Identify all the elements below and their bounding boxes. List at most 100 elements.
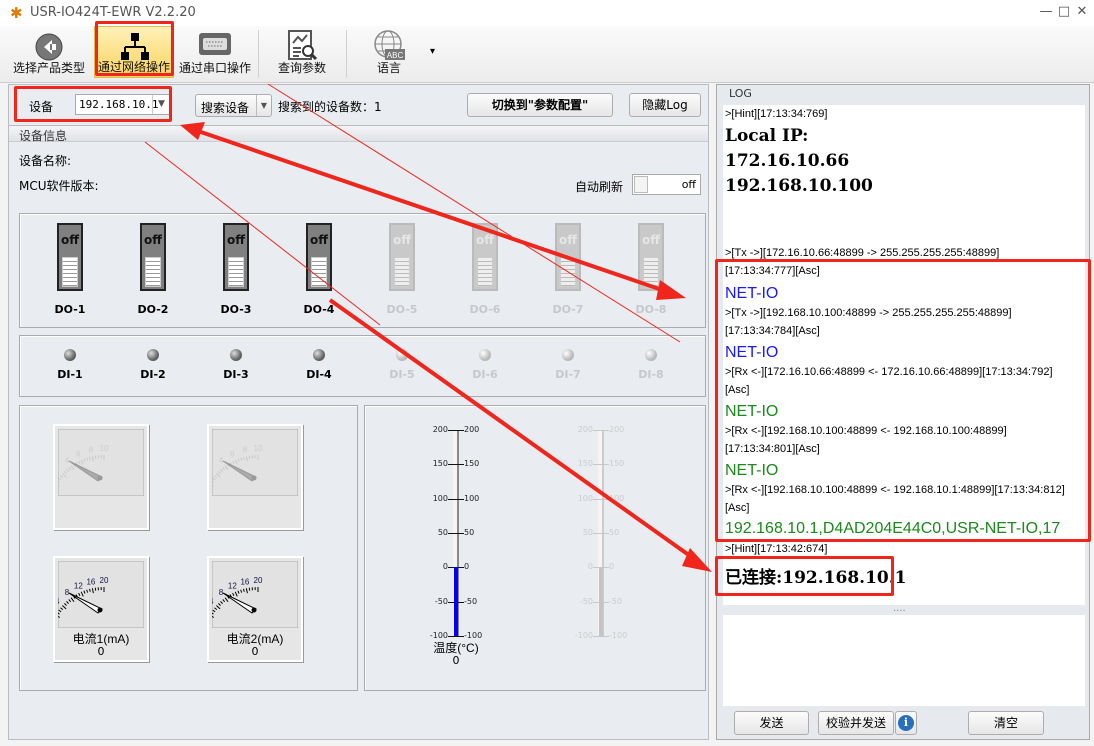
switch-state: off: [559, 233, 577, 247]
thermometer-tick: [593, 636, 609, 637]
verify-send-button[interactable]: 校验并发送: [818, 711, 894, 735]
close-button[interactable]: ✕: [1072, 4, 1092, 22]
current-gauge-2: 0246810: [207, 424, 303, 530]
chevron-down-icon[interactable]: ▼: [256, 95, 271, 116]
do-switch-2[interactable]: off: [140, 223, 166, 291]
do-label: DO-2: [137, 303, 169, 316]
language-globe-icon: ABC: [374, 30, 405, 60]
log-line: >[Hint][17:13:34:769]: [725, 108, 828, 120]
switch-knob: [560, 257, 576, 287]
thermometer-tick-label: 150: [432, 459, 448, 469]
thermometer-tick: [448, 498, 464, 500]
toolbar-separator: [258, 30, 259, 78]
info-button[interactable]: i: [895, 711, 917, 735]
di-indicator-1: [64, 349, 76, 361]
gauge-tick-label: 16: [240, 577, 249, 586]
switch-to-param-config-button[interactable]: 切换到"参数配置": [467, 93, 613, 117]
do-switch-1[interactable]: off: [57, 223, 83, 291]
language-button[interactable]: ABC 语言: [352, 26, 426, 78]
thermometer-tick-label: 200: [464, 425, 480, 434]
thermometer-tick: [448, 533, 464, 534]
thermometer-tick-label: 200: [432, 425, 448, 434]
gauge-tick-label: 8: [89, 445, 94, 454]
serial-operation-button[interactable]: 通过串口操作: [176, 26, 254, 78]
di-label: DI-7: [555, 368, 581, 381]
toolbar-separator: [346, 30, 347, 78]
do-switch-5[interactable]: off: [389, 223, 415, 291]
auto-refresh-label: 自动刷新: [575, 180, 624, 194]
do-group: off DO-1 off DO-2 off DO-3 off DO-4 off DO-5 off DO…: [19, 213, 706, 328]
thermometer-tick-label: 100: [577, 493, 593, 503]
do-label: DO-8: [635, 303, 667, 316]
do-switch-4[interactable]: off: [306, 223, 332, 291]
thermometer-tick-label: 200: [577, 425, 593, 434]
thermometer-tick-label: -50: [579, 596, 593, 606]
back-arrow-icon: [35, 33, 63, 61]
do-switch-3[interactable]: off: [223, 223, 249, 291]
thermometer-tick-label: -100: [574, 631, 593, 640]
do-switch-7[interactable]: off: [555, 223, 581, 291]
send-button[interactable]: 发送: [734, 711, 809, 735]
di-indicator-4: [313, 349, 325, 361]
annotation-box: [715, 259, 1091, 542]
gauge-value: 0: [251, 645, 259, 658]
switch-state: off: [393, 233, 411, 247]
clear-button[interactable]: 清空: [968, 711, 1044, 735]
send-input[interactable]: [723, 615, 1085, 706]
switch-knob: [62, 257, 78, 287]
di-label: DI-6: [472, 368, 498, 381]
maximize-button[interactable]: □: [1054, 4, 1074, 22]
gauge-tick-label: 10: [100, 444, 109, 453]
di-label: DI-3: [223, 368, 249, 381]
gauge-tick-label: 20: [254, 576, 263, 585]
thermometer-tick-label: -50: [434, 596, 448, 606]
select-product-type-button[interactable]: 选择产品类型: [8, 26, 90, 78]
gauge-tick-label: 16: [86, 577, 95, 586]
do-switch-8[interactable]: off: [638, 223, 664, 291]
thermometer-tick: [593, 533, 609, 534]
do-label: DO-4: [303, 303, 335, 316]
toolbar-more-dropdown[interactable]: ▾: [430, 46, 435, 57]
do-label: DO-1: [54, 303, 86, 316]
gauge-dial: 048121620: [58, 561, 144, 628]
thermometer-tick-label: 50: [437, 528, 448, 537]
thermometer-tick: [448, 430, 464, 431]
switch-knob: [145, 257, 161, 287]
auto-refresh-toggle[interactable]: off: [632, 174, 701, 195]
minimize-button[interactable]: —: [1036, 4, 1056, 22]
di-indicator-2: [147, 349, 159, 361]
current-gauges-panel: 02468100246810048121620电流1(mA)0048121620…: [19, 405, 358, 691]
thermometer-tick-label: 100: [609, 493, 625, 503]
temperature-panel: 200 200 150 150 100 100 50 50 0 0 -50 -50 -100 -100 温度…: [364, 405, 706, 691]
query-params-button[interactable]: 查询参数: [264, 26, 340, 78]
thermometer-tick-label: 150: [464, 459, 480, 469]
app-logo-icon: ✱: [10, 4, 23, 22]
thermometer-tick-label: -100: [609, 631, 628, 640]
log-header: LOG: [729, 87, 752, 100]
thermometer-tick-label: 50: [464, 528, 475, 537]
gauge-dial: 048121620: [212, 561, 298, 628]
window-title: USR-IO424T-EWR V2.2.20: [30, 5, 196, 20]
gauge-tick-label: 6: [230, 449, 235, 458]
switch-knob: [394, 257, 410, 287]
di-group: DI-1 DI-2 DI-3 DI-4 DI-5 DI-6 DI-7 DI-8: [19, 335, 706, 397]
thermometer-tick-label: 0: [464, 562, 470, 572]
gauge-tick-label: 4: [219, 456, 224, 465]
toggle-knob: [634, 176, 648, 193]
search-device-button[interactable]: 搜索设备 ▼: [195, 94, 272, 117]
network-panel: 设备 192.168.10.1 ▼ 搜索设备 ▼ 搜索到的设备数：1 切换到"参…: [8, 84, 709, 740]
gauge-tick-label: 12: [228, 581, 237, 590]
thermometer-value: 0: [452, 654, 460, 667]
gauge-dial: 0246810: [212, 429, 298, 496]
hide-log-button[interactable]: 隐藏Log: [629, 93, 701, 117]
di-label: DI-2: [140, 368, 166, 381]
thermometer-1: 200 200 150 150 100 100 50 50 0 0 -50 -50 -100 -100 温度…: [416, 425, 496, 668]
log-splitter[interactable]: ....: [893, 603, 906, 614]
thermometer-2: 200 200 150 150 100 100 50 50 0 0 -50 -50 -100 -100: [561, 425, 641, 668]
gauge-tick-label: 8: [65, 588, 70, 597]
current-gauge-3: 048121620电流1(mA)0: [53, 556, 149, 662]
do-label: DO-3: [220, 303, 252, 316]
do-switch-6[interactable]: off: [472, 223, 498, 291]
gauge-tick-label: 8: [243, 445, 248, 454]
switch-knob: [643, 257, 659, 287]
